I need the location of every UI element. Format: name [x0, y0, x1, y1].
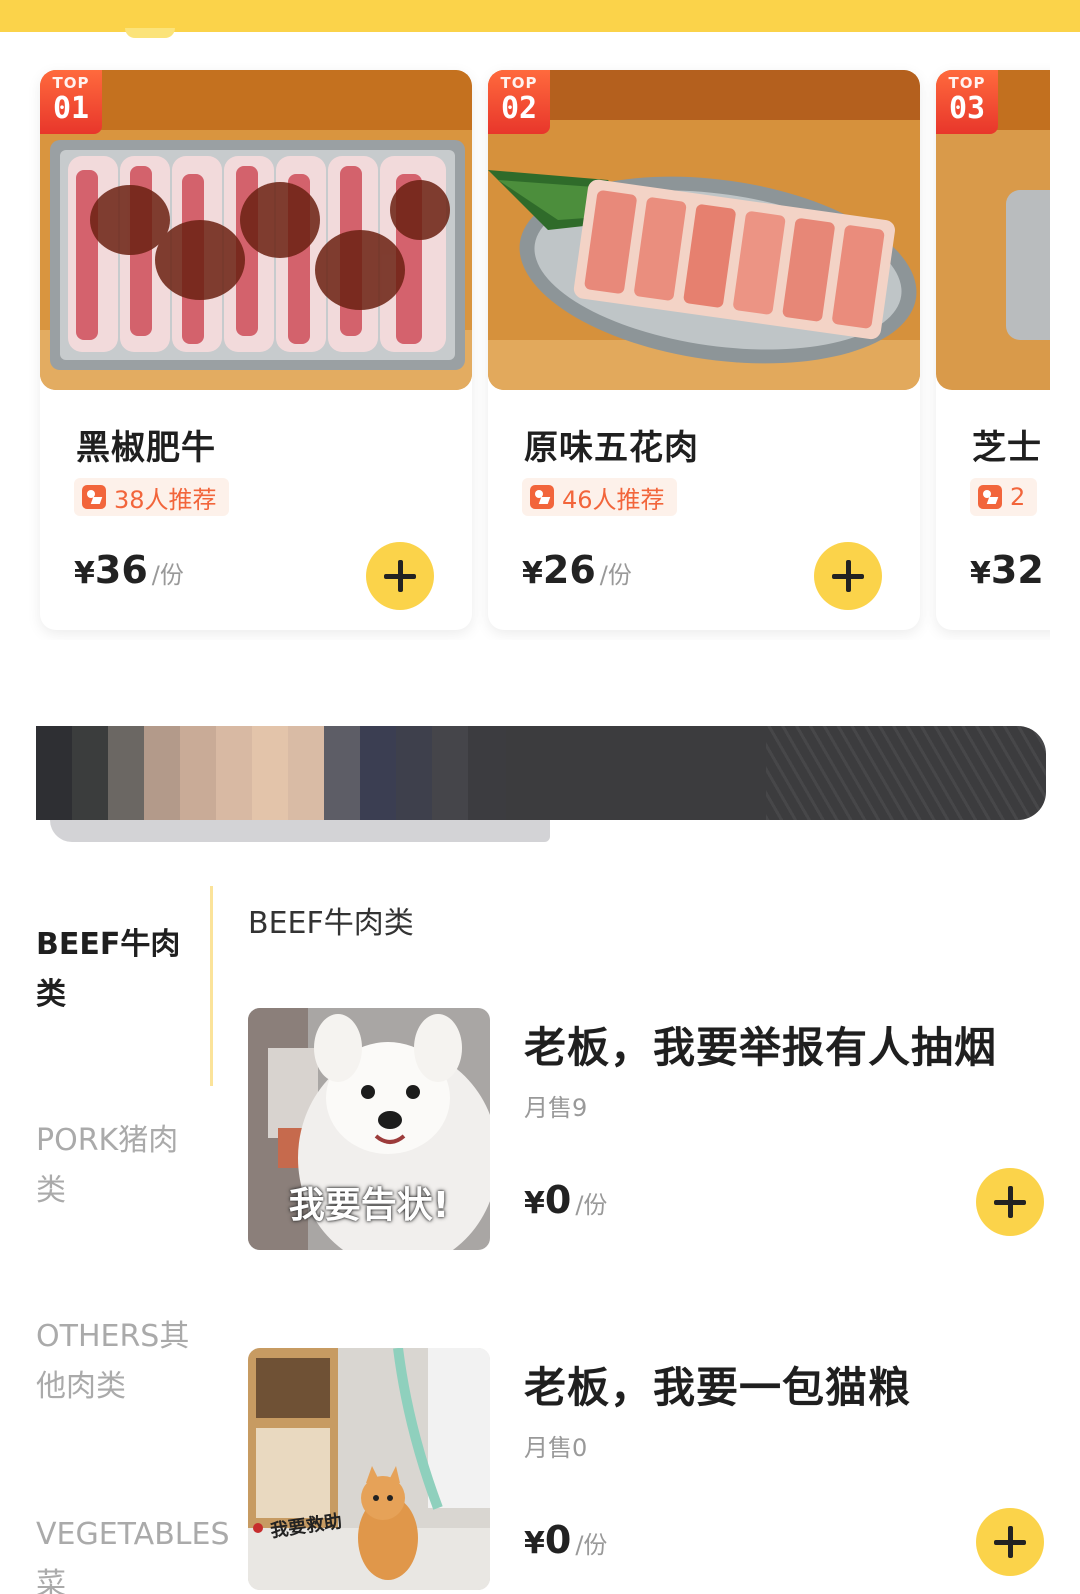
add-to-cart-button[interactable] [976, 1508, 1044, 1576]
recommend-count: 2 [1010, 483, 1026, 511]
recommend-icon [978, 485, 1002, 509]
price-unit: /份 [575, 1191, 608, 1219]
price-value: 0 [544, 1518, 572, 1562]
price-value: 0 [544, 1178, 572, 1222]
dish-card-top-03[interactable]: TOP 03 芝士 2 ¥32 [936, 70, 1050, 630]
promo-banner[interactable] [36, 726, 1046, 820]
item-name: 老板，我要举报有人抽烟 [524, 1023, 998, 1072]
recommend-tag: 46人推荐 [522, 478, 677, 516]
price-value: 36 [94, 548, 148, 592]
add-to-cart-button[interactable] [814, 542, 882, 610]
recommend-tag: 2 [970, 478, 1038, 516]
price-value: 26 [542, 548, 596, 592]
price-currency: ¥ [524, 1186, 545, 1221]
rank-badge-number: 02 [500, 91, 538, 126]
add-to-cart-button[interactable] [366, 542, 434, 610]
top-dishes-carousel[interactable]: TOP 01 黑椒肥牛 38人推荐 ¥36/份 TOP 02 原味五花肉 46人… [0, 60, 1050, 640]
banner-shadow [50, 820, 550, 842]
dish-price: ¥36/份 [74, 548, 184, 592]
section-title: BEEF牛肉类 [248, 906, 414, 941]
item-price: ¥0/份 [524, 1518, 607, 1562]
item-image [248, 1348, 490, 1590]
item-monthly-sales: 月售9 [524, 1094, 588, 1122]
recommend-count: 46人推荐 [562, 485, 665, 514]
dish-name: 原味五花肉 [524, 428, 699, 468]
rank-badge-top-label: TOP [500, 74, 538, 92]
dish-name: 芝士 [972, 428, 1042, 468]
price-value: 32 [990, 548, 1044, 592]
menu-item[interactable]: 我要救助 老板，我要一包猫粮 月售0 ¥0/份 [248, 1348, 1048, 1590]
price-currency: ¥ [522, 556, 543, 591]
price-unit: /份 [599, 561, 632, 589]
recommend-icon [530, 485, 554, 509]
side-nav-item-beef[interactable]: BEEF牛肉类 [36, 920, 196, 1020]
price-currency: ¥ [74, 556, 95, 591]
dish-card-top-02[interactable]: TOP 02 原味五花肉 46人推荐 ¥26/份 [488, 70, 920, 630]
dish-image [40, 70, 472, 390]
rank-badge-top-label: TOP [52, 74, 90, 92]
banner-pattern [766, 726, 1046, 820]
dish-price: ¥32 [970, 548, 1048, 592]
header-tab-indicator [125, 28, 175, 38]
side-nav-item-pork[interactable]: PORK猪肉类 [36, 1116, 196, 1216]
item-name: 老板，我要一包猫粮 [524, 1363, 912, 1412]
rank-badge-number: 01 [52, 91, 90, 126]
recommend-count: 38人推荐 [114, 485, 217, 514]
menu-item[interactable]: 我要告状! 老板，我要举报有人抽烟 月售9 ¥0/份 [248, 1008, 1048, 1250]
dish-image [488, 70, 920, 390]
dish-name: 黑椒肥牛 [76, 428, 216, 468]
dish-price: ¥26/份 [522, 548, 632, 592]
add-to-cart-button[interactable] [976, 1168, 1044, 1236]
rank-badge: TOP 03 [936, 70, 998, 134]
rank-badge: TOP 01 [40, 70, 102, 134]
item-price: ¥0/份 [524, 1178, 607, 1222]
rank-badge: TOP 02 [488, 70, 550, 134]
price-currency: ¥ [970, 556, 991, 591]
recommend-icon [82, 485, 106, 509]
dish-card-top-01[interactable]: TOP 01 黑椒肥牛 38人推荐 ¥36/份 [40, 70, 472, 630]
rank-badge-top-label: TOP [948, 74, 986, 92]
side-nav-item-vegetables[interactable]: VEGETABLES菜 [36, 1510, 230, 1594]
price-currency: ¥ [524, 1526, 545, 1561]
item-image-caption: 我要告状! [288, 1185, 450, 1226]
side-nav-item-others[interactable]: OTHERS其他肉类 [36, 1312, 196, 1412]
recommend-tag: 38人推荐 [74, 478, 229, 516]
pixelated-banner-image [36, 726, 506, 820]
price-unit: /份 [151, 561, 184, 589]
price-unit: /份 [575, 1531, 608, 1559]
rank-badge-number: 03 [948, 91, 986, 126]
category-side-nav: BEEF牛肉类 PORK猪肉类 OTHERS其他肉类 VEGETABLES菜 [0, 880, 230, 1594]
item-monthly-sales: 月售0 [524, 1434, 588, 1462]
